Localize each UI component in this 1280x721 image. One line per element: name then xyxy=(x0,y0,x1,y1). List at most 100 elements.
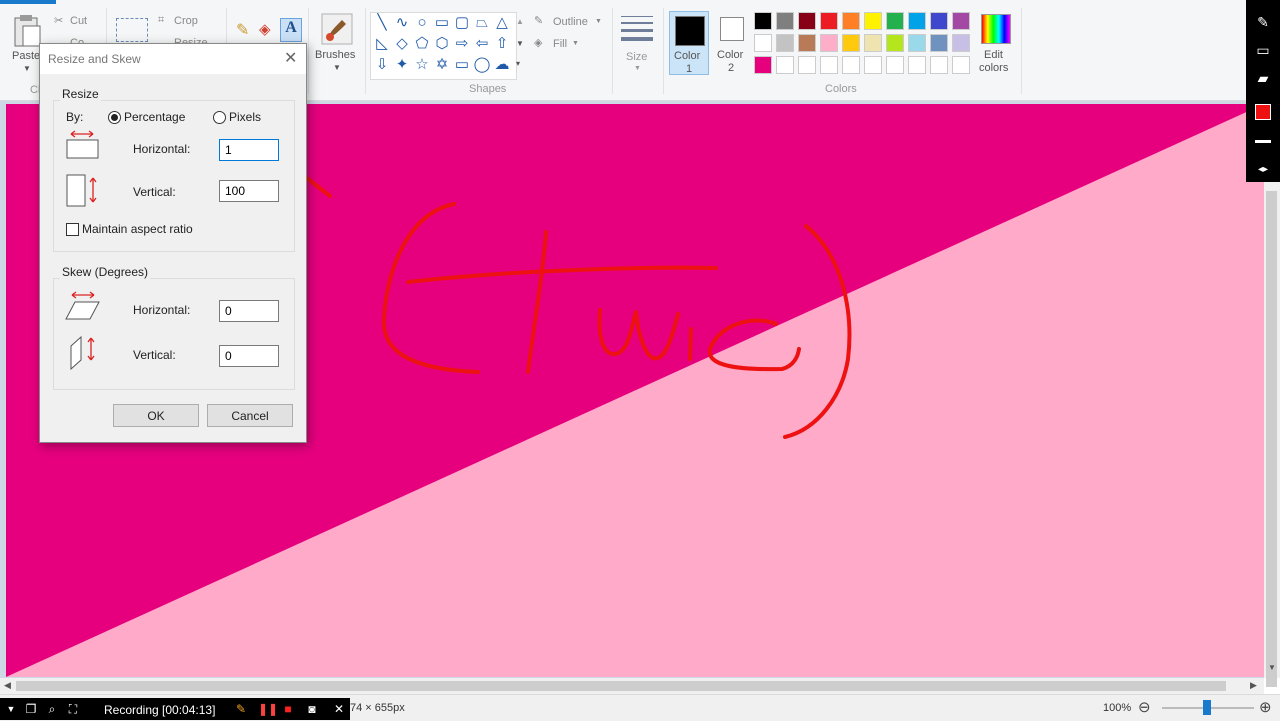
close-icon[interactable]: ✕ xyxy=(332,702,346,716)
left-arrow-shape-icon[interactable]: ⇦ xyxy=(473,35,491,53)
zoom-in-icon[interactable]: ⊕ xyxy=(1259,698,1272,716)
palette-swatch[interactable] xyxy=(842,56,860,74)
outline-icon[interactable]: ✎ xyxy=(534,14,543,27)
palette-swatch[interactable] xyxy=(952,56,970,74)
edit-colors-button[interactable]: Edit colors xyxy=(976,11,1016,75)
palette-swatch[interactable] xyxy=(864,56,882,74)
pixels-label[interactable]: Pixels xyxy=(229,110,261,124)
crop-button[interactable]: Crop xyxy=(174,15,198,27)
palette-swatch[interactable] xyxy=(864,12,882,30)
gallery-more-icon[interactable]: ▾ xyxy=(516,59,520,68)
camera-icon[interactable]: ◙ xyxy=(305,702,319,716)
palette-swatch[interactable] xyxy=(754,12,772,30)
fill-bucket-icon[interactable]: ◈ xyxy=(259,20,271,38)
scroll-left-arrow-icon[interactable]: ◀ xyxy=(4,680,11,691)
pen-width-icon[interactable] xyxy=(1255,140,1271,143)
horizontal-scrollbar[interactable]: ◀ ▶ xyxy=(0,678,1264,694)
palette-swatch[interactable] xyxy=(908,56,926,74)
six-point-star-shape-icon[interactable]: ✡ xyxy=(433,56,451,74)
region-icon[interactable]: ⛶ xyxy=(66,702,80,716)
diamond-shape-icon[interactable]: ◇ xyxy=(393,35,411,53)
hexagon-shape-icon[interactable]: ⬡ xyxy=(433,35,451,53)
palette-swatch[interactable] xyxy=(864,34,882,52)
palette-swatch[interactable] xyxy=(930,34,948,52)
vertical-scrollbar[interactable]: ▼ xyxy=(1264,101,1280,687)
scroll-down-icon[interactable]: ▼ xyxy=(516,39,524,48)
scroll-right-arrow-icon[interactable]: ▶ xyxy=(1250,680,1257,691)
palette-swatch[interactable] xyxy=(798,56,816,74)
palette-swatch[interactable] xyxy=(930,56,948,74)
rectangle-shape-icon[interactable]: ▭ xyxy=(433,14,451,32)
palette-swatch[interactable] xyxy=(908,34,926,52)
palette-swatch[interactable] xyxy=(798,34,816,52)
line-shape-icon[interactable]: ╲ xyxy=(373,14,391,32)
polygon-shape-icon[interactable]: ⏢ xyxy=(473,14,491,32)
rectangle-icon[interactable]: ▭ xyxy=(1253,40,1273,60)
palette-swatch[interactable] xyxy=(842,34,860,52)
palette-swatch[interactable] xyxy=(820,12,838,30)
callout-cloud-shape-icon[interactable]: ☁ xyxy=(493,56,511,74)
text-tool-button[interactable]: A xyxy=(280,18,302,42)
dialog-titlebar[interactable]: Resize and Skew ✕ xyxy=(40,44,306,74)
skew-vertical-input[interactable] xyxy=(219,345,279,367)
palette-swatch[interactable] xyxy=(776,12,794,30)
palette-swatch[interactable] xyxy=(930,12,948,30)
five-point-star-shape-icon[interactable]: ☆ xyxy=(413,56,431,74)
close-icon[interactable]: ✕ xyxy=(284,48,297,68)
scroll-up-icon[interactable]: ▲ xyxy=(516,17,524,26)
right-triangle-shape-icon[interactable]: ◺ xyxy=(373,35,391,53)
palette-swatch[interactable] xyxy=(776,34,794,52)
cut-icon[interactable]: ✂ xyxy=(54,14,63,27)
maintain-aspect-label[interactable]: Maintain aspect ratio xyxy=(82,222,193,236)
rounded-rectangle-shape-icon[interactable]: ▢ xyxy=(453,14,471,32)
fill-icon[interactable]: ◈ xyxy=(534,36,542,49)
percentage-radio[interactable] xyxy=(108,111,121,124)
cancel-button[interactable]: Cancel xyxy=(207,404,293,427)
palette-swatch[interactable] xyxy=(886,34,904,52)
vertical-scrollbar-thumb[interactable] xyxy=(1266,191,1277,687)
maintain-aspect-checkbox[interactable] xyxy=(66,223,79,236)
ok-button[interactable]: OK xyxy=(113,404,199,427)
marker-icon[interactable]: ✎ xyxy=(1253,12,1273,32)
palette-swatch[interactable] xyxy=(754,56,772,74)
brushes-button[interactable]: Brushes ▼ xyxy=(314,10,360,76)
four-point-star-shape-icon[interactable]: ✦ xyxy=(393,56,411,74)
size-button[interactable]: Size ▼ xyxy=(618,12,656,74)
color1-button[interactable]: Color 1 xyxy=(669,11,709,75)
fill-button[interactable]: Fill xyxy=(553,38,567,50)
outline-button[interactable]: Outline xyxy=(553,16,588,28)
scroll-down-arrow-icon[interactable]: ▼ xyxy=(1268,663,1276,672)
pencil-icon[interactable]: ✎ xyxy=(236,20,249,40)
horizontal-scrollbar-thumb[interactable] xyxy=(16,681,1226,691)
callout-oval-shape-icon[interactable]: ◯ xyxy=(473,56,491,74)
pause-icon[interactable]: ❚❚ xyxy=(258,702,278,716)
pixels-radio[interactable] xyxy=(213,111,226,124)
palette-swatch[interactable] xyxy=(820,34,838,52)
zoom-icon[interactable]: ⌕ xyxy=(45,702,59,716)
palette-swatch[interactable] xyxy=(820,56,838,74)
percentage-label[interactable]: Percentage xyxy=(124,110,185,124)
up-arrow-shape-icon[interactable]: ⇧ xyxy=(493,35,511,53)
skew-horizontal-input[interactable] xyxy=(219,300,279,322)
callout-rect-shape-icon[interactable]: ▭ xyxy=(453,56,471,74)
curve-shape-icon[interactable]: ∿ xyxy=(393,14,411,32)
triangle-shape-icon[interactable]: △ xyxy=(493,14,511,32)
palette-swatch[interactable] xyxy=(952,34,970,52)
down-arrow-shape-icon[interactable]: ⇩ xyxy=(373,56,391,74)
right-arrow-shape-icon[interactable]: ⇨ xyxy=(453,35,471,53)
shapes-gallery[interactable]: ╲ ∿ ○ ▭ ▢ ⏢ △ ◺ ◇ ⬠ ⬡ ⇨ ⇦ ⇧ ⇩ ✦ ☆ ✡ ▭ ◯ … xyxy=(370,12,517,80)
pentagon-shape-icon[interactable]: ⬠ xyxy=(413,35,431,53)
palette-swatch[interactable] xyxy=(952,12,970,30)
zoom-out-icon[interactable]: ⊖ xyxy=(1138,698,1151,716)
zoom-slider-thumb[interactable] xyxy=(1203,700,1211,715)
cut-button[interactable]: Cut xyxy=(70,15,87,27)
menu-down-icon[interactable]: ▼ xyxy=(4,702,18,716)
pen-icon[interactable]: ✎ xyxy=(234,702,248,716)
palette-swatch[interactable] xyxy=(754,34,772,52)
palette-swatch[interactable] xyxy=(842,12,860,30)
select-icon[interactable] xyxy=(116,18,148,42)
vertical-input[interactable] xyxy=(219,180,279,202)
palette-swatch[interactable] xyxy=(886,56,904,74)
eraser-icon[interactable]: ▰ xyxy=(1253,68,1273,88)
pen-color-swatch[interactable] xyxy=(1255,104,1271,120)
